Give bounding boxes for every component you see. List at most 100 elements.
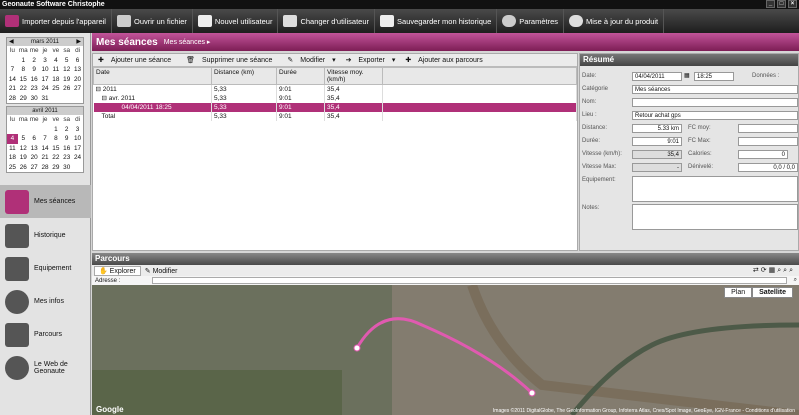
calendar-day[interactable]: 30 <box>29 94 40 104</box>
calendar-day[interactable]: 4 <box>50 56 61 66</box>
calendar-day[interactable]: 28 <box>7 94 18 104</box>
minimize-button[interactable]: _ <box>766 0 775 8</box>
calendar-day[interactable]: 16 <box>29 75 40 85</box>
calendar-day[interactable]: 16 <box>61 144 72 154</box>
settings-button[interactable]: Paramètres <box>497 9 565 33</box>
calendar-day[interactable]: 11 <box>7 144 18 154</box>
add-session-button[interactable]: ✚ Ajouter une séance <box>93 56 181 64</box>
calendar-day[interactable]: 24 <box>72 153 83 163</box>
hr-avg-field[interactable] <box>738 124 798 133</box>
save-history-button[interactable]: Sauvegarder mon historique <box>375 9 498 33</box>
calendar-day[interactable]: 1 <box>50 125 61 135</box>
calendar-day[interactable]: 30 <box>61 163 72 173</box>
table-row-selected[interactable]: 04/04/2011 18:25 5,33 9:01 35,4 <box>93 102 577 112</box>
calendar-day[interactable]: 5 <box>61 56 72 66</box>
nav-web[interactable]: Le Web de Geonaute <box>0 351 91 384</box>
nav-historique[interactable]: Historique <box>0 219 91 252</box>
calendar-day[interactable]: 4 <box>7 134 18 144</box>
nav-infos[interactable]: Mes infos <box>0 285 91 318</box>
calendar-day[interactable]: 10 <box>72 134 83 144</box>
category-select[interactable]: Mes séances <box>632 85 798 94</box>
calendar-day[interactable]: 7 <box>7 65 18 75</box>
col-duree[interactable]: Durée <box>276 67 325 85</box>
calendar-day[interactable]: 2 <box>61 125 72 135</box>
equipment-field[interactable] <box>632 176 798 202</box>
calendar-day[interactable]: 6 <box>29 134 40 144</box>
calendar-day[interactable]: 17 <box>40 75 51 85</box>
time-field[interactable]: 18:25 <box>694 72 734 81</box>
calendar-day[interactable]: 3 <box>72 125 83 135</box>
plan-button[interactable]: Plan <box>724 287 753 298</box>
calendar-day[interactable]: 17 <box>72 144 83 154</box>
calendar-day[interactable]: 7 <box>40 134 51 144</box>
notes-field[interactable] <box>632 204 798 230</box>
calendar-day[interactable]: 5 <box>18 134 29 144</box>
calendar-icon[interactable]: ▦ <box>684 72 690 79</box>
calendar-day[interactable]: 1 <box>18 56 29 66</box>
calendar-day[interactable]: 27 <box>72 84 83 94</box>
distance-field[interactable]: 5.33 km <box>632 124 682 133</box>
calendar-day[interactable]: 19 <box>61 75 72 85</box>
calendar-day[interactable]: 24 <box>40 84 51 94</box>
new-user-button[interactable]: Nouvel utilisateur <box>193 9 279 33</box>
calendar-day[interactable]: 11 <box>50 65 61 75</box>
calendar-day[interactable]: 13 <box>29 144 40 154</box>
next-month-icon[interactable]: ▶ <box>76 38 81 46</box>
name-field[interactable] <box>632 98 798 107</box>
calendar-day[interactable]: 21 <box>40 153 51 163</box>
calendar-day[interactable]: 31 <box>40 94 51 104</box>
calendar-day[interactable]: 26 <box>61 84 72 94</box>
calendar-day[interactable]: 21 <box>7 84 18 94</box>
satellite-map[interactable]: Plan Satellite Google Images ©2011 Digita… <box>92 285 799 415</box>
calendar-day[interactable]: 9 <box>29 65 40 75</box>
modify-route-button[interactable]: ✎ Modifier <box>141 267 182 275</box>
calendar-day[interactable]: 14 <box>40 144 51 154</box>
calendar-day[interactable]: 3 <box>40 56 51 66</box>
duration-field[interactable]: 9:01 <box>632 137 682 146</box>
hr-max-field[interactable] <box>738 137 798 146</box>
calendar-day[interactable]: 2 <box>29 56 40 66</box>
search-icon[interactable]: ⌕ <box>794 277 797 284</box>
address-input[interactable] <box>152 277 787 284</box>
update-button[interactable]: Mise à jour du produit <box>564 9 665 33</box>
calendar-day[interactable]: 12 <box>18 144 29 154</box>
add-route-button[interactable]: ✚ Ajouter aux parcours <box>400 56 492 64</box>
calendar-day[interactable]: 28 <box>40 163 51 173</box>
calendar-day[interactable]: 25 <box>50 84 61 94</box>
breadcrumb[interactable]: Mes séances ▸ <box>164 38 211 46</box>
calendar-day[interactable]: 29 <box>50 163 61 173</box>
calendar-day[interactable]: 15 <box>18 75 29 85</box>
elevation-field[interactable]: 0,0 / 0,0 <box>738 163 798 172</box>
calendar-day[interactable]: 26 <box>18 163 29 173</box>
explore-button[interactable]: ✋ Explorer <box>94 265 141 276</box>
calendar-day[interactable]: 25 <box>7 163 18 173</box>
col-vitesse[interactable]: Vitesse moy. (km/h) <box>324 67 383 85</box>
import-button[interactable]: Importer depuis l'appareil <box>0 9 112 33</box>
calendar-day[interactable]: 20 <box>29 153 40 163</box>
calendar-day[interactable]: 9 <box>61 134 72 144</box>
calendar-day[interactable]: 15 <box>50 144 61 154</box>
nav-seances[interactable]: Mes séances <box>0 185 91 218</box>
change-user-button[interactable]: Changer d'utilisateur <box>278 9 376 33</box>
modify-session-button[interactable]: ✎ Modifier ▾ <box>282 56 340 64</box>
place-select[interactable]: Retour achat gps <box>632 111 798 120</box>
prev-month-icon[interactable]: ◀ <box>9 38 14 46</box>
calendar-day[interactable]: 18 <box>50 75 61 85</box>
calendar-day[interactable]: 27 <box>29 163 40 173</box>
calendar-day[interactable]: 18 <box>7 153 18 163</box>
calendar-day[interactable]: 20 <box>72 75 83 85</box>
calendar-day[interactable]: 23 <box>29 84 40 94</box>
calendar-day[interactable]: 29 <box>18 94 29 104</box>
calories-field[interactable]: 0 <box>738 150 788 159</box>
calendar-day[interactable]: 12 <box>61 65 72 75</box>
satellite-button[interactable]: Satellite <box>752 287 793 298</box>
nav-parcours[interactable]: Parcours <box>0 318 91 351</box>
nav-equipement[interactable]: Equipement <box>0 252 91 285</box>
date-field[interactable]: 04/04/2011 <box>632 72 682 81</box>
calendar-day[interactable]: 22 <box>18 84 29 94</box>
col-date[interactable]: Date <box>93 67 212 85</box>
col-distance[interactable]: Distance (km) <box>211 67 277 85</box>
calendar-day[interactable]: 23 <box>61 153 72 163</box>
table-row[interactable]: ⊟ avr. 2011 5,33 9:01 35,4 <box>93 93 577 103</box>
calendar-day[interactable]: 8 <box>18 65 29 75</box>
